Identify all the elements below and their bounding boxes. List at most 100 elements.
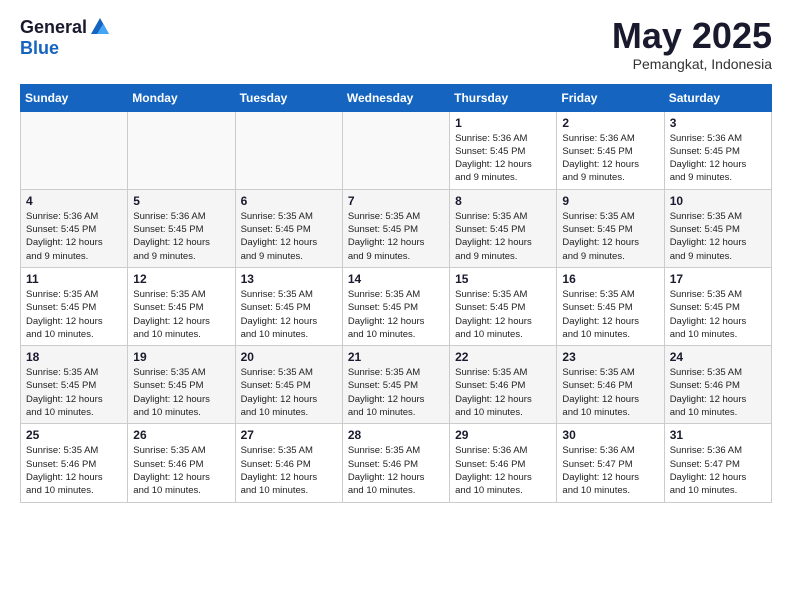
location: Pemangkat, Indonesia [612,56,772,72]
calendar-cell: 21Sunrise: 5:35 AM Sunset: 5:45 PM Dayli… [342,346,449,424]
calendar-cell: 14Sunrise: 5:35 AM Sunset: 5:45 PM Dayli… [342,267,449,345]
day-info: Sunrise: 5:36 AM Sunset: 5:47 PM Dayligh… [670,444,766,497]
day-number: 18 [26,350,122,364]
col-header-saturday: Saturday [664,84,771,111]
day-number: 2 [562,116,658,130]
day-number: 8 [455,194,551,208]
calendar-cell: 8 Sunrise: 5:35 AM Sunset: 5:45 PM Daylig… [450,189,557,267]
col-header-tuesday: Tuesday [235,84,342,111]
day-number: 25 [26,428,122,442]
calendar-cell: 25Sunrise: 5:35 AM Sunset: 5:46 PM Dayli… [21,424,128,502]
day-number: 9 [562,194,658,208]
day-info: Sunrise: 5:35 AM Sunset: 5:46 PM Dayligh… [241,444,337,497]
calendar-cell: 24Sunrise: 5:35 AM Sunset: 5:46 PM Dayli… [664,346,771,424]
day-info: Sunrise: 5:35 AM Sunset: 5:45 PM Dayligh… [133,366,229,419]
calendar: SundayMondayTuesdayWednesdayThursdayFrid… [20,84,772,503]
calendar-cell: 26 Sunrise: 5:35 AM Sunset: 5:46 PM Dayli… [128,424,235,502]
calendar-cell: 17 Sunrise: 5:35 AM Sunset: 5:45 PM Dayli… [664,267,771,345]
day-info: Sunrise: 5:35 AM Sunset: 5:46 PM Dayligh… [348,444,444,497]
day-number: 31 [670,428,766,442]
logo-blue-text: Blue [20,38,59,59]
day-number: 28 [348,428,444,442]
day-info: Sunrise: 5:35 AM Sunset: 5:45 PM Dayligh… [455,210,551,263]
calendar-cell: 29Sunrise: 5:36 AM Sunset: 5:46 PM Dayli… [450,424,557,502]
calendar-cell: 15 Sunrise: 5:35 AM Sunset: 5:45 PM Dayli… [450,267,557,345]
col-header-friday: Friday [557,84,664,111]
day-number: 12 [133,272,229,286]
day-info: Sunrise: 5:35 AM Sunset: 5:45 PM Dayligh… [26,288,122,341]
day-info: Sunrise: 5:35 AM Sunset: 5:45 PM Dayligh… [241,210,337,263]
day-info: Sunrise: 5:36 AM Sunset: 5:45 PM Dayligh… [455,132,551,185]
title-block: May 2025 Pemangkat, Indonesia [612,16,772,72]
day-number: 22 [455,350,551,364]
calendar-cell [128,111,235,189]
calendar-cell: 1Sunrise: 5:36 AM Sunset: 5:45 PM Daylig… [450,111,557,189]
logo-general-text: General [20,17,87,38]
day-number: 5 [133,194,229,208]
day-number: 3 [670,116,766,130]
day-number: 7 [348,194,444,208]
calendar-cell: 6 Sunrise: 5:35 AM Sunset: 5:45 PM Daylig… [235,189,342,267]
calendar-week-row: 1Sunrise: 5:36 AM Sunset: 5:45 PM Daylig… [21,111,772,189]
day-number: 23 [562,350,658,364]
calendar-cell: 27 Sunrise: 5:35 AM Sunset: 5:46 PM Dayli… [235,424,342,502]
day-info: Sunrise: 5:36 AM Sunset: 5:45 PM Dayligh… [562,132,658,185]
day-info: Sunrise: 5:35 AM Sunset: 5:45 PM Dayligh… [562,288,658,341]
day-info: Sunrise: 5:35 AM Sunset: 5:46 PM Dayligh… [670,366,766,419]
day-info: Sunrise: 5:36 AM Sunset: 5:45 PM Dayligh… [670,132,766,185]
calendar-cell: 18Sunrise: 5:35 AM Sunset: 5:45 PM Dayli… [21,346,128,424]
calendar-cell: 31 Sunrise: 5:36 AM Sunset: 5:47 PM Dayli… [664,424,771,502]
day-number: 6 [241,194,337,208]
calendar-cell: 10Sunrise: 5:35 AM Sunset: 5:45 PM Dayli… [664,189,771,267]
col-header-monday: Monday [128,84,235,111]
calendar-week-row: 25 Sunrise: 5:35 AM Sunset: 5:46 PM Dayli… [21,424,772,502]
calendar-cell: 3 Sunrise: 5:36 AM Sunset: 5:45 PM Daylig… [664,111,771,189]
day-info: Sunrise: 5:35 AM Sunset: 5:45 PM Dayligh… [562,210,658,263]
day-number: 11 [26,272,122,286]
day-info: Sunrise: 5:36 AM Sunset: 5:46 PM Dayligh… [455,444,551,497]
calendar-cell: 13Sunrise: 5:35 AM Sunset: 5:45 PM Dayli… [235,267,342,345]
col-header-sunday: Sunday [21,84,128,111]
day-info: Sunrise: 5:36 AM Sunset: 5:45 PM Dayligh… [133,210,229,263]
day-info: Sunrise: 5:35 AM Sunset: 5:46 PM Dayligh… [562,366,658,419]
day-info: Sunrise: 5:36 AM Sunset: 5:45 PM Dayligh… [26,210,122,263]
calendar-cell: 4 Sunrise: 5:36 AM Sunset: 5:45 PM Daylig… [21,189,128,267]
day-info: Sunrise: 5:35 AM Sunset: 5:46 PM Dayligh… [455,366,551,419]
calendar-cell: 7Sunrise: 5:35 AM Sunset: 5:45 PM Daylig… [342,189,449,267]
calendar-week-row: 18 Sunrise: 5:35 AM Sunset: 5:45 PM Dayli… [21,346,772,424]
day-info: Sunrise: 5:35 AM Sunset: 5:45 PM Dayligh… [670,210,766,263]
day-info: Sunrise: 5:35 AM Sunset: 5:45 PM Dayligh… [241,366,337,419]
day-info: Sunrise: 5:35 AM Sunset: 5:45 PM Dayligh… [455,288,551,341]
day-number: 21 [348,350,444,364]
day-number: 27 [241,428,337,442]
col-header-thursday: Thursday [450,84,557,111]
day-info: Sunrise: 5:35 AM Sunset: 5:45 PM Dayligh… [348,288,444,341]
calendar-cell [21,111,128,189]
header: General Blue May 2025 Pemangkat, Indones… [20,16,772,72]
calendar-cell: 23 Sunrise: 5:35 AM Sunset: 5:46 PM Dayli… [557,346,664,424]
day-number: 17 [670,272,766,286]
day-info: Sunrise: 5:35 AM Sunset: 5:45 PM Dayligh… [241,288,337,341]
calendar-cell: 9 Sunrise: 5:35 AM Sunset: 5:45 PM Daylig… [557,189,664,267]
day-info: Sunrise: 5:35 AM Sunset: 5:45 PM Dayligh… [133,288,229,341]
calendar-cell: 16Sunrise: 5:35 AM Sunset: 5:45 PM Dayli… [557,267,664,345]
calendar-cell: 28 Sunrise: 5:35 AM Sunset: 5:46 PM Dayli… [342,424,449,502]
day-info: Sunrise: 5:35 AM Sunset: 5:46 PM Dayligh… [133,444,229,497]
day-number: 4 [26,194,122,208]
day-number: 19 [133,350,229,364]
calendar-cell: 30Sunrise: 5:36 AM Sunset: 5:47 PM Dayli… [557,424,664,502]
logo: General Blue [20,16,111,59]
month-title: May 2025 [612,16,772,56]
calendar-cell: 20Sunrise: 5:35 AM Sunset: 5:45 PM Dayli… [235,346,342,424]
day-number: 26 [133,428,229,442]
logo-icon [89,16,111,38]
day-info: Sunrise: 5:35 AM Sunset: 5:45 PM Dayligh… [670,288,766,341]
page: General Blue May 2025 Pemangkat, Indones… [0,0,792,519]
calendar-week-row: 4 Sunrise: 5:36 AM Sunset: 5:45 PM Daylig… [21,189,772,267]
calendar-cell: 12 Sunrise: 5:35 AM Sunset: 5:45 PM Dayli… [128,267,235,345]
day-number: 30 [562,428,658,442]
calendar-cell: 19 Sunrise: 5:35 AM Sunset: 5:45 PM Dayli… [128,346,235,424]
calendar-cell: 5 Sunrise: 5:36 AM Sunset: 5:45 PM Daylig… [128,189,235,267]
day-number: 15 [455,272,551,286]
calendar-cell: 2 Sunrise: 5:36 AM Sunset: 5:45 PM Daylig… [557,111,664,189]
